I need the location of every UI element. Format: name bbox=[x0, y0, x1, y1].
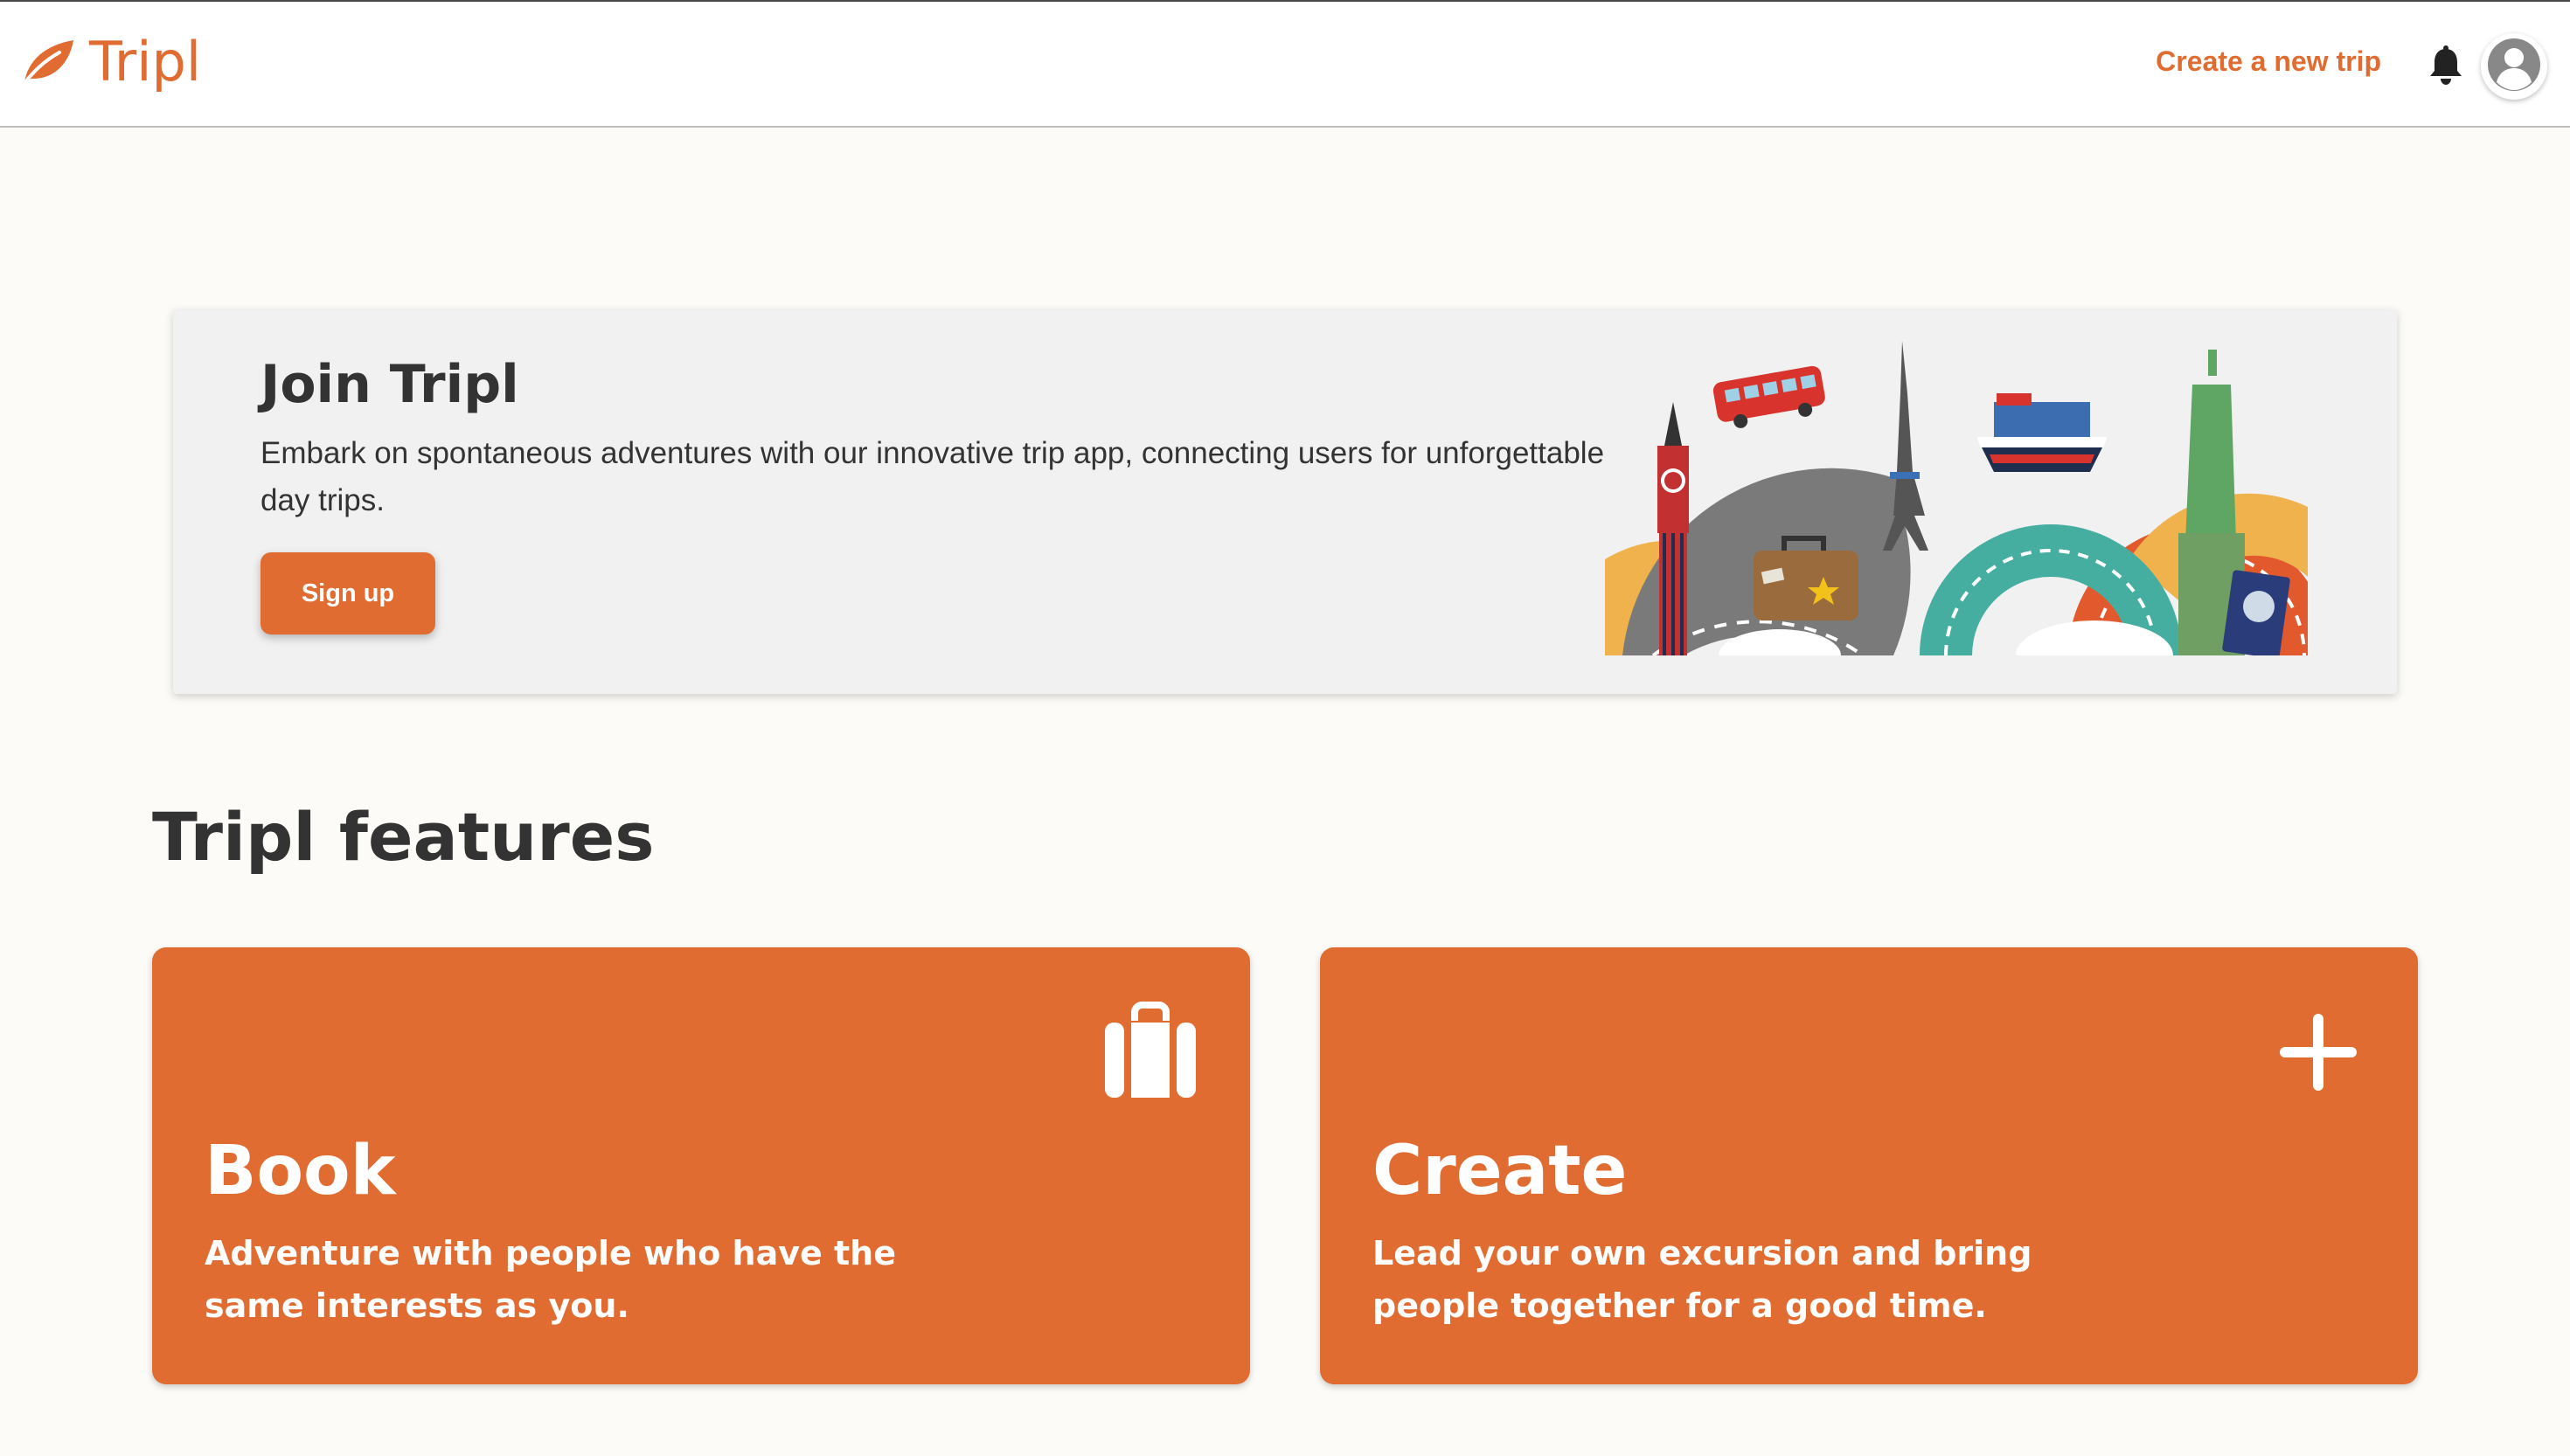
brand-name: Tripl bbox=[89, 29, 202, 94]
book-feature-card[interactable]: Book Adventure with people who have the … bbox=[152, 947, 1250, 1384]
plus-icon bbox=[2268, 1002, 2369, 1103]
book-card-description: Adventure with people who have the same … bbox=[205, 1234, 897, 1325]
hero-description: Embark on spontaneous adventures with ou… bbox=[260, 436, 1605, 517]
book-card-title: Book bbox=[205, 1132, 396, 1210]
home-logo-link[interactable]: Tripl bbox=[19, 26, 201, 96]
hero-title: Join Tripl bbox=[260, 354, 519, 415]
create-feature-card[interactable]: Create Lead your own excursion and bring… bbox=[1320, 947, 2418, 1384]
travel-illustration bbox=[1605, 341, 2308, 655]
sign-up-button[interactable]: Sign up bbox=[260, 552, 435, 634]
create-card-description: Lead your own excursion and bring people… bbox=[1372, 1234, 2032, 1325]
top-navigation-bar: Tripl Create a new trip bbox=[0, 0, 2570, 128]
bell-icon[interactable] bbox=[2427, 45, 2465, 86]
join-banner: Join Tripl Embark on spontaneous adventu… bbox=[173, 309, 2397, 694]
create-card-title: Create bbox=[1372, 1132, 1628, 1210]
features-heading: Tripl features bbox=[152, 798, 655, 876]
suitcase-icon bbox=[1100, 1002, 1201, 1103]
leaf-logo-icon bbox=[19, 35, 77, 87]
create-new-trip-link[interactable]: Create a new trip bbox=[2156, 45, 2381, 78]
user-avatar-icon bbox=[2486, 37, 2542, 96]
user-avatar-button[interactable] bbox=[2481, 33, 2547, 100]
